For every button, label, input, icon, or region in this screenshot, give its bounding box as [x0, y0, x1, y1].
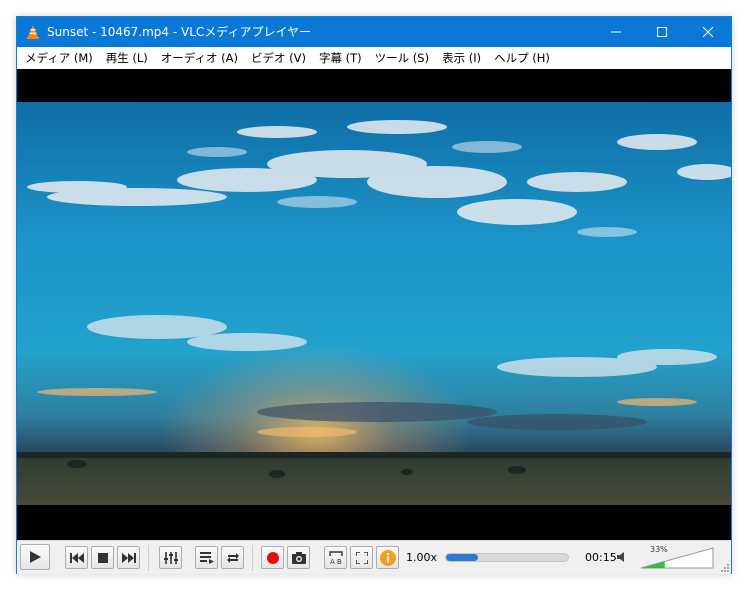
video-frame	[17, 102, 731, 505]
video-area[interactable]	[17, 69, 731, 540]
seek-slider[interactable]	[445, 553, 569, 562]
next-button[interactable]	[117, 546, 140, 569]
menu-view[interactable]: 表示 (I)	[437, 48, 486, 68]
minimize-button[interactable]	[593, 17, 639, 47]
menu-subtitle[interactable]: 字幕 (T)	[314, 48, 367, 68]
extended-settings-button[interactable]	[159, 546, 182, 569]
loop-button[interactable]	[221, 546, 244, 569]
svg-text:A: A	[330, 558, 335, 565]
stop-icon	[97, 552, 108, 563]
elapsed-time[interactable]: 00:15	[585, 551, 617, 564]
ab-loop-icon: AB	[328, 550, 343, 565]
title-bar[interactable]: Sunset - 10467.mp4 - VLCメディアプレイヤー	[17, 17, 731, 47]
play-icon	[30, 551, 41, 563]
skip-back-icon	[69, 552, 84, 563]
menu-help[interactable]: ヘルプ (H)	[489, 48, 555, 68]
vlc-window: Sunset - 10467.mp4 - VLCメディアプレイヤー メディア (…	[16, 16, 732, 574]
menu-bar: メディア (M) 再生 (L) オーディオ (A) ビデオ (V) 字幕 (T)…	[17, 47, 731, 69]
resize-grip-icon[interactable]	[720, 563, 729, 572]
window-title: Sunset - 10467.mp4 - VLCメディアプレイヤー	[47, 25, 312, 39]
fullscreen-button[interactable]	[350, 546, 373, 569]
camera-icon	[291, 551, 306, 564]
playlist-button[interactable]	[195, 546, 218, 569]
loop-icon	[226, 552, 239, 563]
close-button[interactable]	[685, 17, 731, 47]
volume-level	[641, 561, 665, 568]
close-icon	[703, 27, 713, 37]
info-icon	[379, 549, 396, 566]
maximize-icon	[657, 27, 667, 37]
menu-audio[interactable]: オーディオ (A)	[156, 48, 243, 68]
skip-forward-icon	[121, 552, 136, 563]
menu-video[interactable]: ビデオ (V)	[246, 48, 311, 68]
speaker-icon[interactable]	[617, 552, 627, 562]
control-bar: AB 1.00x 00:15 33%	[17, 540, 731, 574]
playback-speed[interactable]: 1.00x	[406, 551, 437, 564]
info-button[interactable]	[376, 546, 399, 569]
equalizer-icon	[163, 551, 178, 564]
record-icon	[266, 551, 279, 564]
separator	[252, 545, 253, 571]
record-button[interactable]	[261, 546, 284, 569]
playlist-icon	[199, 551, 214, 564]
snapshot-button[interactable]	[287, 546, 310, 569]
vlc-cone-icon	[27, 25, 39, 39]
volume-percent: 33%	[650, 545, 668, 554]
stop-button[interactable]	[91, 546, 114, 569]
ab-loop-button[interactable]: AB	[324, 546, 347, 569]
minimize-icon	[611, 31, 621, 33]
play-button[interactable]	[20, 544, 50, 570]
menu-playback[interactable]: 再生 (L)	[101, 48, 153, 68]
menu-tools[interactable]: ツール (S)	[370, 48, 434, 68]
fullscreen-icon	[355, 551, 368, 564]
maximize-button[interactable]	[639, 17, 685, 47]
svg-text:B: B	[337, 558, 342, 565]
menu-media[interactable]: メディア (M)	[20, 48, 98, 68]
previous-button[interactable]	[65, 546, 88, 569]
separator	[148, 545, 149, 571]
seek-progress	[446, 554, 478, 561]
